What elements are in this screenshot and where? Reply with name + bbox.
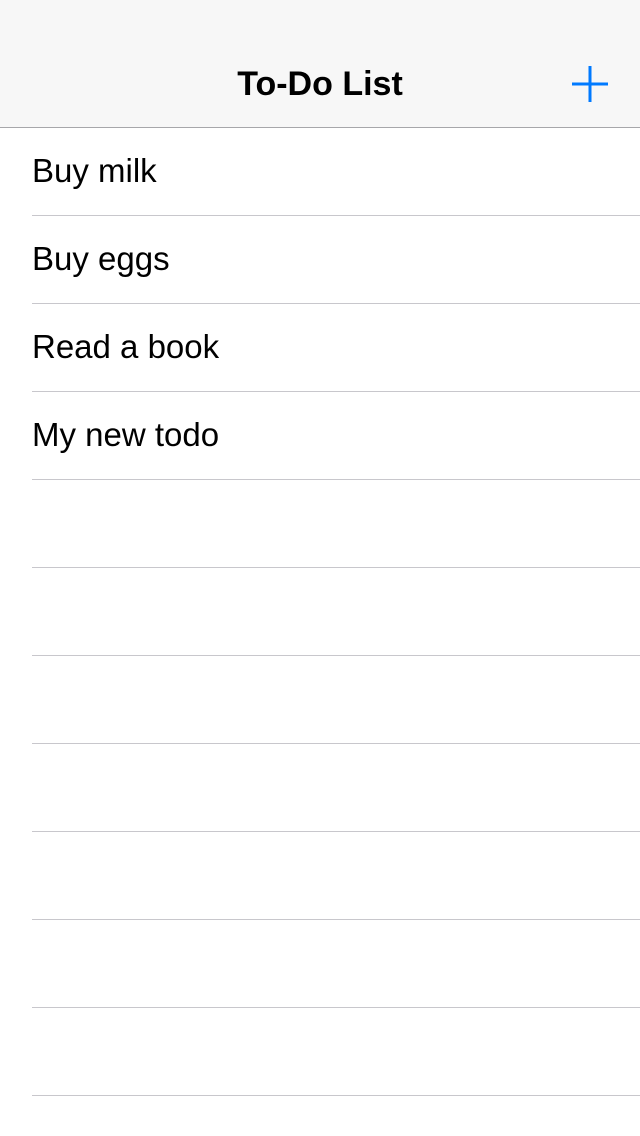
empty-row xyxy=(0,744,640,832)
status-bar-area xyxy=(0,0,640,40)
empty-row xyxy=(0,1008,640,1096)
todo-row-buy-eggs[interactable]: Buy eggs xyxy=(0,216,640,304)
add-todo-button[interactable] xyxy=(562,56,618,112)
empty-row xyxy=(0,568,640,656)
page-title: To-Do List xyxy=(237,65,403,103)
todo-row-buy-milk[interactable]: Buy milk xyxy=(0,128,640,216)
todo-row-my-new-todo[interactable]: My new todo xyxy=(0,392,640,480)
todo-row-read-a-book[interactable]: Read a book xyxy=(0,304,640,392)
todo-label: My new todo xyxy=(32,416,220,453)
todo-label: Buy eggs xyxy=(32,240,170,277)
todo-label: Read a book xyxy=(32,328,220,365)
empty-row xyxy=(0,920,640,1008)
plus-icon xyxy=(572,66,608,102)
empty-row xyxy=(0,656,640,744)
empty-row xyxy=(0,832,640,920)
todo-label: Buy milk xyxy=(32,152,157,189)
todo-list: Buy milk Buy eggs Read a book My new tod… xyxy=(0,128,640,1096)
todo-screen: To-Do List Buy milk Buy eggs Read a book… xyxy=(0,0,640,1136)
empty-row xyxy=(0,480,640,568)
navigation-bar: To-Do List xyxy=(0,0,640,128)
